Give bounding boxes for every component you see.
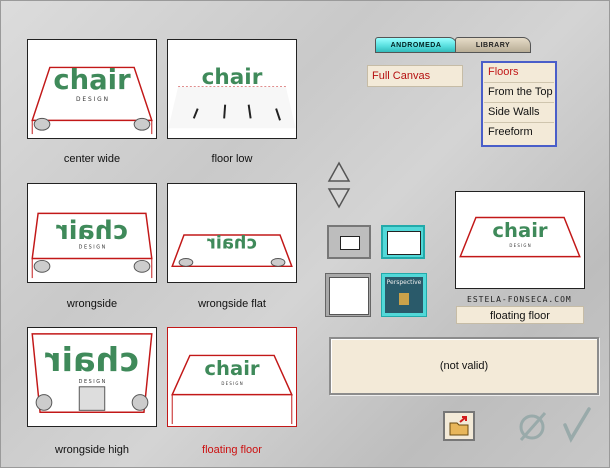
thumb-floor-low-image: chair <box>168 65 296 129</box>
down-arrow-icon[interactable] <box>327 187 351 209</box>
svg-text:chair: chair <box>56 216 128 246</box>
status-display: (not valid) <box>329 337 599 395</box>
perspective-figure <box>399 293 409 305</box>
preset-name-field: floating floor <box>456 306 584 324</box>
up-arrow-icon[interactable] <box>327 161 351 183</box>
thumb-floating-floor[interactable]: chair D E S I G N <box>167 327 297 427</box>
caption-wrongside: wrongside <box>66 298 118 310</box>
thumb-center-wide-image: chair D E S I G N <box>31 65 153 135</box>
menu-item-freeform[interactable]: Freeform <box>484 123 554 143</box>
full-frame-shape <box>329 277 369 315</box>
thumb-wrongside-high-image: chair D E S I G N <box>31 333 153 414</box>
caption-center-wide: center wide <box>63 153 121 165</box>
perspective-button[interactable]: Perspective <box>381 273 427 317</box>
thumb-wrongside[interactable]: chair D E S I G N <box>27 183 157 283</box>
folder-icon <box>449 416 469 436</box>
menu-item-side-walls[interactable]: Side Walls <box>484 103 554 123</box>
svg-text:D E S I G N: D E S I G N <box>79 245 106 251</box>
svg-text:chair: chair <box>207 234 257 254</box>
perspective-label: Perspective <box>386 279 422 286</box>
small-frame-button[interactable] <box>327 225 371 259</box>
thumb-floor-low[interactable]: chair <box>167 39 297 139</box>
perspective-image: Perspective <box>385 277 423 313</box>
ok-button[interactable] <box>559 405 593 443</box>
thumb-wrongside-image: chair D E S I G N <box>31 212 153 279</box>
cancel-button[interactable] <box>515 409 549 443</box>
svg-text:chair: chair <box>492 219 547 242</box>
svg-text:chair: chair <box>45 340 139 379</box>
svg-text:D E S I G N: D E S I G N <box>221 381 242 386</box>
tab-library[interactable]: LIBRARY <box>455 37 531 53</box>
brand-label: ESTELA-FONSECA.COM <box>467 295 572 304</box>
thumb-floating-floor-image: chair D E S I G N <box>171 354 293 425</box>
menu-item-from-the-top[interactable]: From the Top <box>484 83 554 103</box>
large-frame-shape <box>387 231 421 255</box>
menu-item-floors[interactable]: Floors <box>484 63 554 83</box>
tab-andromeda[interactable]: ANDROMEDA <box>375 37 457 53</box>
svg-text:chair: chair <box>53 65 131 96</box>
svg-text:D E S I G N: D E S I G N <box>79 379 106 385</box>
check-icon <box>563 407 591 443</box>
svg-text:chair: chair <box>202 65 263 90</box>
thumb-wrongside-high[interactable]: chair D E S I G N <box>27 327 157 427</box>
thumb-center-wide[interactable]: chair D E S I G N <box>27 39 157 139</box>
caption-wrongside-high: wrongside high <box>55 444 129 456</box>
preview-image: chair D E S I G N <box>459 216 581 258</box>
svg-text:chair: chair <box>204 357 260 380</box>
full-frame-button[interactable] <box>325 273 371 317</box>
large-frame-button[interactable] <box>381 225 425 259</box>
caption-floating-floor: floating floor <box>202 444 262 456</box>
open-folder-button[interactable] <box>443 411 475 441</box>
caption-wrongside-flat: wrongside flat <box>198 298 266 310</box>
category-field[interactable]: Full Canvas <box>367 65 463 87</box>
thumb-wrongside-flat-image: chair <box>171 234 293 268</box>
preview-panel: chair D E S I G N <box>455 191 585 289</box>
svg-text:D E S I G N: D E S I G N <box>509 243 530 248</box>
caption-floor-low: floor low <box>211 153 253 165</box>
svg-text:D E S I G N: D E S I G N <box>76 97 108 103</box>
cancel-icon <box>519 412 547 441</box>
small-frame-shape <box>340 236 360 250</box>
view-menu: Floors From the Top Side Walls Freeform <box>481 61 557 147</box>
thumb-wrongside-flat[interactable]: chair <box>167 183 297 283</box>
app-window: chair D E S I G N center wide chair floo… <box>0 0 610 468</box>
